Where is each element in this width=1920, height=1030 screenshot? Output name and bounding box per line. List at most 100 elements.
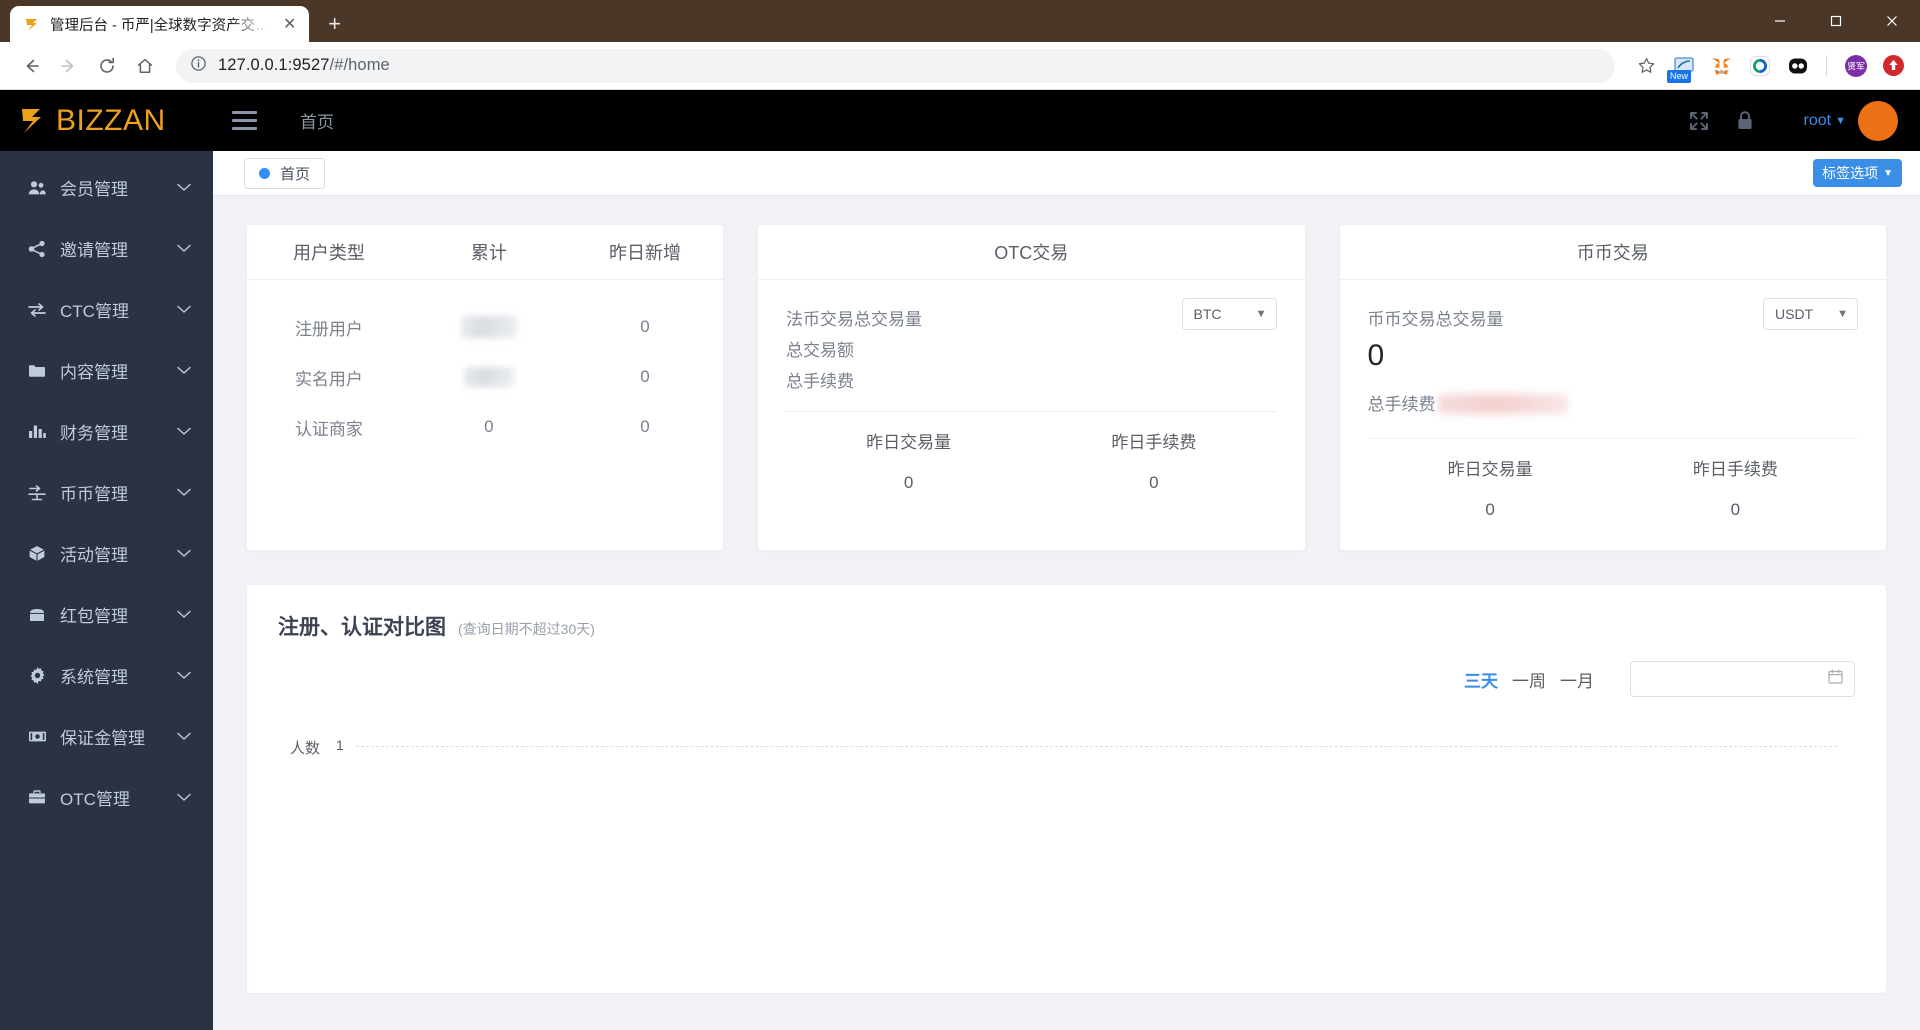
otc-yesterday-fee: 昨日手续费 0 [1031,428,1276,493]
coin-card-title: 币币交易 [1339,225,1886,280]
lock-icon[interactable] [1726,102,1764,140]
main-region: 首页 root ▼ 首页 标签选项 ▼ 用户类型 累计 昨日新增 注册用户 0 … [213,90,1920,1030]
user-stats-rows: 注册用户 0 实名用户 0 认证商家 0 0 [247,280,723,452]
coin-footer: 昨日交易量 0 昨日手续费 0 [1368,439,1859,520]
chevron-down-icon [177,244,191,253]
folder-icon [27,363,47,378]
chart-title: 注册、认证对比图 [278,616,446,639]
page-tag-home[interactable]: 首页 [244,157,326,189]
chevron-down-icon [177,732,191,741]
site-info-icon[interactable] [190,55,207,77]
chevron-down-icon [177,427,191,436]
chart-plot-area: 人数 1 [278,721,1855,981]
browser-titlebar: 管理后台 - 币严|全球数字资产交… ✕ + [0,0,1920,42]
exchange-arrows-icon [27,302,47,318]
otc-yesterday-volume-value: 0 [903,473,914,492]
otc-currency-value: BTC [1193,306,1222,322]
reload-button[interactable] [90,49,124,83]
tag-options-button[interactable]: 标签选项 ▼ [1813,159,1902,187]
home-button[interactable] [128,49,162,83]
update-extension-icon[interactable] [1881,53,1906,78]
browser-tab[interactable]: 管理后台 - 币严|全球数字资产交… ✕ [10,6,309,42]
coin-yesterday-volume: 昨日交易量 0 [1368,455,1613,520]
table-row: 实名用户 0 [247,352,723,402]
xianjun-profile-icon[interactable]: 贤军 [1843,53,1868,78]
fullscreen-icon[interactable] [1680,102,1718,140]
sidebar-item-coin-management[interactable]: 币币管理 [0,462,213,523]
coin-yesterday-fee-value: 0 [1730,499,1741,519]
share-icon [27,240,47,258]
chevron-down-icon [177,610,191,619]
sidebar-item-ctc-management[interactable]: CTC管理 [0,279,213,340]
sidebar-item-finance-management[interactable]: 财务管理 [0,401,213,462]
chevron-down-icon: ▼ [1255,308,1267,320]
sidebar-item-label: 会员管理 [60,180,128,199]
sidebar: BIZZAN 会员管理 邀请管理 CTC管理 内容管理 财务管理 币币管理 活动… [0,90,213,1030]
otc-total-amount-label: 总交易额 [786,341,854,360]
sidebar-item-deposit-management[interactable]: 保证金管理 [0,706,213,767]
user-caret-icon: ▼ [1835,114,1846,127]
sidebar-item-invite-management[interactable]: 邀请管理 [0,218,213,279]
tag-active-dot-icon [259,167,270,179]
close-tab-icon[interactable]: ✕ [279,13,301,35]
url-text: 127.0.0.1:9527/#/home [218,56,390,75]
coin-currency-value: USDT [1775,306,1814,322]
date-range-input[interactable] [1630,661,1855,697]
otc-currency-select[interactable]: BTC ▼ [1181,298,1277,330]
metamask-extension-icon[interactable] [1709,53,1734,78]
sidebar-item-content-management[interactable]: 内容管理 [0,340,213,401]
circle-extension-icon[interactable] [1747,53,1772,78]
new-badge-label: New [1667,70,1692,83]
otc-total-fee-label: 总手续费 [786,372,854,391]
sidebar-toggle-button[interactable] [213,90,275,151]
sidebar-item-redpacket-management[interactable]: 红包管理 [0,584,213,645]
coin-total-volume-value: 0 [1367,339,1385,372]
bizzan-logo-icon [18,106,52,136]
row-yesterday: 0 [640,367,650,386]
new-badge-extension-icon[interactable]: New [1667,53,1696,83]
tag-label: 首页 [280,165,311,183]
sidebar-logo[interactable]: BIZZAN [0,90,213,151]
back-button[interactable] [14,49,48,83]
otc-card-title: OTC交易 [758,225,1305,280]
row-label: 注册用户 [294,319,363,339]
sidebar-item-otc-management[interactable]: OTC管理 [0,767,213,828]
chevron-down-icon [177,366,191,375]
sidebar-item-system-management[interactable]: 系统管理 [0,645,213,706]
coin-trading-card: 币币交易 USDT ▼ 币币交易总交易量 0 总手续费 昨日交易量 0 昨日手续… [1338,224,1887,551]
avatar[interactable] [1858,100,1898,141]
range-one-month[interactable]: 一月 [1560,667,1594,692]
sidebar-item-member-management[interactable]: 会员管理 [0,157,213,218]
address-bar[interactable]: 127.0.0.1:9527/#/home [176,48,1615,83]
chevron-down-icon [177,488,191,497]
bookmark-star-icon[interactable] [1629,49,1663,83]
new-tab-button[interactable]: + [319,8,351,40]
sidebar-item-label: 活动管理 [60,546,128,565]
tag-options-label: 标签选项 [1822,165,1879,181]
logo-text: BIZZAN [56,103,166,137]
topbar: 首页 root ▼ [213,90,1920,151]
gear-icon [27,667,47,684]
user-stats-card: 用户类型 累计 昨日新增 注册用户 0 实名用户 0 认证商家 0 0 [246,224,724,551]
redacted-value [460,316,517,338]
otc-card-body: BTC ▼ 法币交易总交易量 总交易额 总手续费 昨日交易量 0 昨日手续费 0 [758,280,1305,493]
coin-currency-select[interactable]: USDT ▼ [1763,298,1858,330]
sidebar-item-label: 邀请管理 [60,241,128,260]
sidebar-item-activity-management[interactable]: 活动管理 [0,523,213,584]
forward-button[interactable] [52,49,86,83]
close-window-button[interactable] [1864,0,1920,42]
range-three-days[interactable]: 三天 [1464,667,1498,692]
otc-yesterday-volume-label: 昨日交易量 [866,433,952,452]
chevron-down-icon: ▼ [1883,167,1893,179]
row-yesterday: 0 [640,417,650,436]
user-menu[interactable]: root ▼ [1804,100,1898,141]
range-one-week[interactable]: 一周 [1512,667,1546,692]
panda-extension-icon[interactable] [1785,53,1810,78]
row-total [411,316,567,338]
sidebar-item-label: 保证金管理 [60,729,145,748]
row-yesterday: 0 [640,317,650,336]
minimize-window-button[interactable] [1752,0,1808,42]
maximize-window-button[interactable] [1808,0,1864,42]
row-total [411,367,567,388]
col-header-user-type: 用户类型 [292,243,365,263]
